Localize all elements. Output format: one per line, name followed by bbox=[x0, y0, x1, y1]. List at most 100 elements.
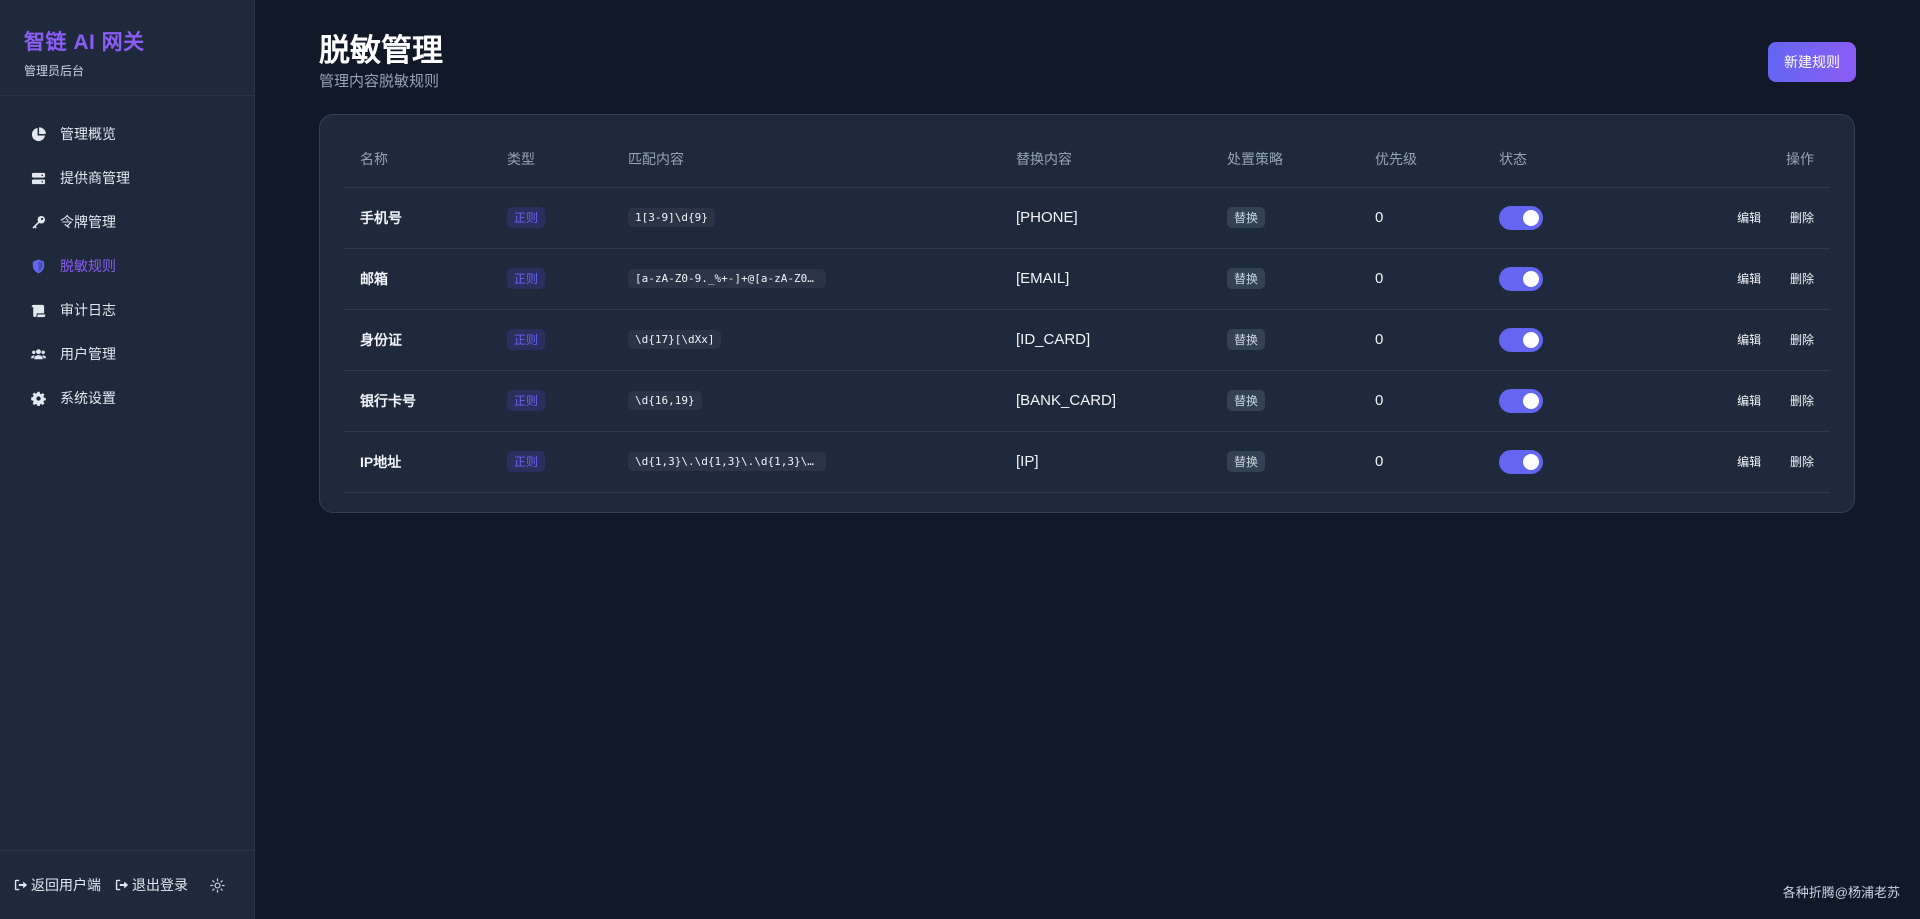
delete-button[interactable]: 删除 bbox=[1790, 211, 1814, 225]
rule-actions-cell: 编辑 删除 bbox=[1653, 309, 1830, 371]
rule-pattern-cell: [a-zA-Z0-9._%+-]+@[a-zA-Z0-9.-]+\.[a-zA-… bbox=[612, 248, 1000, 310]
status-toggle[interactable] bbox=[1499, 327, 1543, 352]
logout-button[interactable]: 退出登录 bbox=[115, 875, 188, 895]
brand: 智链 AI 网关 管理员后台 bbox=[0, 0, 254, 96]
rule-strategy-cell: 替换 bbox=[1211, 248, 1359, 310]
new-rule-button[interactable]: 新建规则 bbox=[1768, 42, 1856, 82]
edit-button[interactable]: 编辑 bbox=[1737, 272, 1761, 286]
table-row: 邮箱 正则 [a-zA-Z0-9._%+-]+@[a-zA-Z0-9.-]+\.… bbox=[344, 248, 1830, 310]
rule-status-cell bbox=[1483, 248, 1653, 310]
rule-priority: 0 bbox=[1359, 187, 1483, 249]
toggle-knob bbox=[1523, 453, 1539, 470]
users-icon bbox=[30, 346, 46, 362]
sign-out-icon bbox=[14, 879, 28, 891]
rule-pattern-cell: \d{17}[\dXx] bbox=[612, 309, 1000, 371]
rule-replacement: [BANK_CARD] bbox=[1000, 370, 1211, 432]
rule-actions-cell: 编辑 删除 bbox=[1653, 187, 1830, 249]
header-actions: 操作 bbox=[1653, 132, 1830, 188]
rule-pattern: \d{16,19} bbox=[628, 391, 702, 410]
rule-priority: 0 bbox=[1359, 431, 1483, 493]
sidebar-item-settings[interactable]: 系统设置 bbox=[0, 376, 254, 420]
rule-status-cell bbox=[1483, 309, 1653, 371]
rule-pattern: \d{17}[\dXx] bbox=[628, 330, 722, 349]
back-to-user-label: 返回用户端 bbox=[31, 877, 101, 893]
rule-strategy-badge: 替换 bbox=[1227, 390, 1266, 411]
theme-toggle[interactable] bbox=[210, 877, 225, 893]
edit-button[interactable]: 编辑 bbox=[1737, 455, 1761, 469]
sun-icon bbox=[210, 877, 225, 893]
rule-pattern-cell: \d{16,19} bbox=[612, 370, 1000, 432]
sidebar-item-label: 脱敏规则 bbox=[60, 258, 116, 274]
rule-type-badge: 正则 bbox=[507, 390, 546, 411]
sidebar-item-overview[interactable]: 管理概览 bbox=[0, 112, 254, 156]
rule-name: 银行卡号 bbox=[344, 370, 491, 432]
pie-chart-icon bbox=[30, 126, 46, 142]
rule-priority: 0 bbox=[1359, 248, 1483, 310]
main-content: 脱敏管理 管理内容脱敏规则 新建规则 名称 类型 匹配内容 替换内容 处置策略 … bbox=[255, 0, 1920, 919]
sidebar-item-tokens[interactable]: 令牌管理 bbox=[0, 200, 254, 244]
sidebar-item-masking-rules[interactable]: 脱敏规则 bbox=[0, 244, 254, 288]
sidebar-item-users[interactable]: 用户管理 bbox=[0, 332, 254, 376]
status-toggle[interactable] bbox=[1499, 449, 1543, 474]
back-to-user-button[interactable]: 返回用户端 bbox=[14, 875, 101, 895]
rules-table: 名称 类型 匹配内容 替换内容 处置策略 优先级 状态 操作 手机号 正则 1[ bbox=[344, 132, 1830, 493]
rule-type-cell: 正则 bbox=[491, 370, 612, 432]
sidebar-item-label: 令牌管理 bbox=[60, 214, 116, 230]
table-row: IP地址 正则 \d{1,3}\.\d{1,3}\.\d{1,3}\.\d{1,… bbox=[344, 431, 1830, 493]
sidebar-item-label: 管理概览 bbox=[60, 126, 116, 142]
logout-icon bbox=[115, 879, 129, 891]
rule-strategy-cell: 替换 bbox=[1211, 187, 1359, 249]
rule-strategy-badge: 替换 bbox=[1227, 451, 1266, 472]
edit-button[interactable]: 编辑 bbox=[1737, 333, 1761, 347]
table-row: 手机号 正则 1[3-9]\d{9} [PHONE] 替换 0 编辑 删除 bbox=[344, 187, 1830, 249]
sidebar-item-label: 系统设置 bbox=[60, 390, 116, 406]
table-header-row: 名称 类型 匹配内容 替换内容 处置策略 优先级 状态 操作 bbox=[344, 132, 1830, 188]
delete-button[interactable]: 删除 bbox=[1790, 333, 1814, 347]
header-strategy: 处置策略 bbox=[1211, 132, 1359, 188]
rule-pattern-cell: 1[3-9]\d{9} bbox=[612, 187, 1000, 249]
rule-actions-cell: 编辑 删除 bbox=[1653, 431, 1830, 493]
brand-subtitle: 管理员后台 bbox=[24, 64, 85, 78]
rule-name: 身份证 bbox=[344, 309, 491, 371]
table-row: 银行卡号 正则 \d{16,19} [BANK_CARD] 替换 0 编辑 删除 bbox=[344, 370, 1830, 432]
rule-status-cell bbox=[1483, 187, 1653, 249]
table-row: 身份证 正则 \d{17}[\dXx] [ID_CARD] 替换 0 编辑 删除 bbox=[344, 309, 1830, 371]
rule-replacement: [EMAIL] bbox=[1000, 248, 1211, 310]
toggle-knob bbox=[1523, 270, 1539, 287]
shield-icon bbox=[30, 258, 46, 274]
sidebar-nav: 管理概览 提供商管理 令牌管理 脱敏规则 审计日志 用户管理 系统设置 bbox=[0, 96, 254, 420]
sidebar-item-providers[interactable]: 提供商管理 bbox=[0, 156, 254, 200]
header-status: 状态 bbox=[1483, 132, 1653, 188]
rule-type-cell: 正则 bbox=[491, 248, 612, 310]
toggle-knob bbox=[1523, 331, 1539, 348]
status-toggle[interactable] bbox=[1499, 266, 1543, 291]
rule-strategy-badge: 替换 bbox=[1227, 268, 1266, 289]
rule-strategy-badge: 替换 bbox=[1227, 329, 1266, 350]
status-toggle[interactable] bbox=[1499, 388, 1543, 413]
edit-button[interactable]: 编辑 bbox=[1737, 211, 1761, 225]
delete-button[interactable]: 删除 bbox=[1790, 455, 1814, 469]
rule-replacement: [IP] bbox=[1000, 431, 1211, 493]
rule-type-cell: 正则 bbox=[491, 187, 612, 249]
rule-pattern-cell: \d{1,3}\.\d{1,3}\.\d{1,3}\.\d{1,3} bbox=[612, 431, 1000, 493]
header-replacement: 替换内容 bbox=[1000, 132, 1211, 188]
rule-type-cell: 正则 bbox=[491, 309, 612, 371]
rule-strategy-cell: 替换 bbox=[1211, 431, 1359, 493]
server-icon bbox=[30, 170, 46, 186]
delete-button[interactable]: 删除 bbox=[1790, 272, 1814, 286]
rule-name: 邮箱 bbox=[344, 248, 491, 310]
rule-priority: 0 bbox=[1359, 309, 1483, 371]
rule-status-cell bbox=[1483, 370, 1653, 432]
rule-replacement: [PHONE] bbox=[1000, 187, 1211, 249]
status-toggle[interactable] bbox=[1499, 205, 1543, 230]
rule-actions-cell: 编辑 删除 bbox=[1653, 370, 1830, 432]
page-header: 脱敏管理 管理内容脱敏规则 新建规则 bbox=[319, 32, 1856, 91]
gear-icon bbox=[30, 390, 46, 406]
rule-pattern: 1[3-9]\d{9} bbox=[628, 208, 715, 227]
rule-strategy-badge: 替换 bbox=[1227, 207, 1266, 228]
key-icon bbox=[30, 214, 46, 230]
sidebar-item-label: 用户管理 bbox=[60, 346, 116, 362]
sidebar-item-audit-log[interactable]: 审计日志 bbox=[0, 288, 254, 332]
edit-button[interactable]: 编辑 bbox=[1737, 394, 1761, 408]
delete-button[interactable]: 删除 bbox=[1790, 394, 1814, 408]
